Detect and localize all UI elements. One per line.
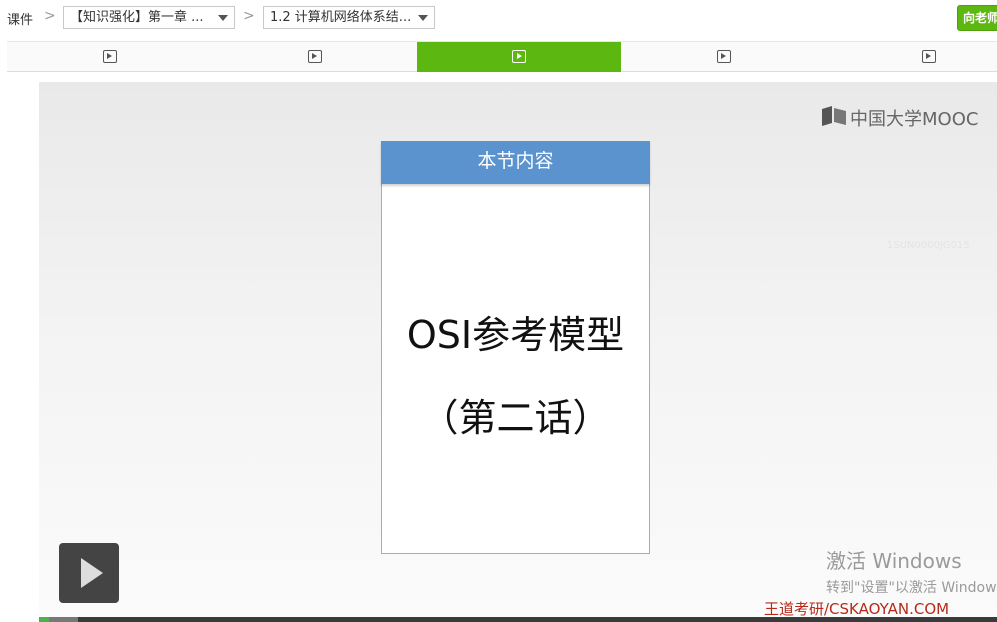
course-player-page: 课件 > 【知识强化】第一章 ... > 1.2 计算机网络体系结... 向老师 (0, 0, 997, 622)
unit-tabs (7, 41, 997, 72)
caret-down-icon (218, 15, 228, 21)
activation-line-2: 转到"设置"以激活 Windows (826, 580, 997, 596)
video-progress-fill (39, 617, 49, 622)
video-play-icon (921, 50, 936, 63)
mooc-logo-text: 中国大学MOOC (850, 109, 979, 130)
breadcrumb: 课件 > 【知识强化】第一章 ... > 1.2 计算机网络体系结... 向老师 (0, 0, 997, 36)
video-play-icon (307, 50, 322, 63)
caret-down-icon (418, 15, 428, 21)
unit-tab-1[interactable] (7, 42, 212, 72)
slide-card: 本节内容 OSI参考模型 （第二话） (381, 141, 650, 554)
video-progress-bar[interactable] (39, 617, 997, 622)
ask-teacher-button[interactable]: 向老师 (957, 5, 997, 31)
slide-card-header: 本节内容 (381, 141, 650, 184)
unit-tab-5[interactable] (826, 42, 997, 72)
chevron-right-icon: > (243, 8, 255, 24)
unit-tab-3-active[interactable] (417, 42, 621, 72)
video-buffer-fill (49, 617, 78, 622)
activation-line-1: 激活 Windows (826, 549, 962, 573)
section-select[interactable]: 1.2 计算机网络体系结... (263, 6, 435, 29)
breadcrumb-root[interactable]: 课件 (7, 9, 33, 28)
video-watermark-id: 1SUN0000JG015 (887, 240, 970, 251)
brand-watermark: 王道考研/CSKAOYAN.COM (764, 600, 950, 618)
video-play-icon (512, 50, 526, 63)
mooc-logo-icon (822, 106, 846, 126)
section-select-value: 1.2 计算机网络体系结... (270, 10, 412, 25)
play-button[interactable] (59, 543, 119, 603)
windows-activation-notice: 激活 Windows 转到"设置"以激活 Windows (826, 545, 997, 597)
slide-subtitle: （第二话） (420, 396, 611, 440)
unit-tab-2[interactable] (212, 42, 417, 72)
chevron-right-icon: > (44, 8, 56, 24)
chapter-select[interactable]: 【知识强化】第一章 ... (63, 6, 235, 29)
chapter-select-value: 【知识强化】第一章 ... (70, 10, 204, 25)
unit-tab-4[interactable] (621, 42, 826, 72)
video-player[interactable]: 中国大学MOOC 1SUN0000JG015 本节内容 OSI参考模型 （第二话… (39, 82, 997, 622)
video-play-icon (102, 50, 117, 63)
slide-title: OSI参考模型 (406, 313, 625, 357)
video-play-icon (716, 50, 731, 63)
